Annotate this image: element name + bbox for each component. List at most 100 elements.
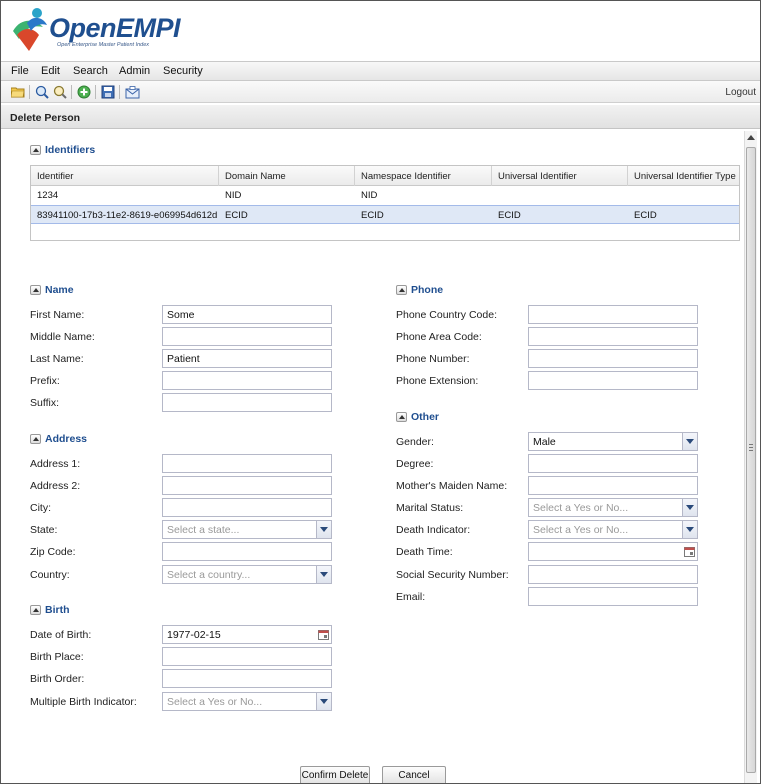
first-name-input[interactable]: Some [162, 305, 332, 324]
chevron-down-icon[interactable] [316, 566, 331, 583]
phone-number-input[interactable] [528, 349, 698, 368]
collapse-icon[interactable] [30, 285, 41, 295]
name-section-header[interactable]: Name [30, 283, 74, 297]
last-name-input[interactable]: Patient [162, 349, 332, 368]
middle-name-input[interactable] [162, 327, 332, 346]
column-header-universal-identifier-type[interactable]: Universal Identifier Type [628, 166, 739, 186]
ssn-input[interactable] [528, 565, 698, 584]
degree-input[interactable] [528, 454, 698, 473]
scroll-up-icon[interactable] [747, 135, 755, 140]
address-section-header[interactable]: Address [30, 432, 87, 446]
menu-security[interactable]: Security [163, 65, 203, 77]
city-input[interactable] [162, 498, 332, 517]
collapse-icon[interactable] [396, 285, 407, 295]
cell-universal-identifier-type [628, 186, 739, 205]
column-header-domain-name[interactable]: Domain Name [219, 166, 355, 186]
zip-code-input[interactable] [162, 542, 332, 561]
phone-section-header[interactable]: Phone [396, 283, 443, 297]
phone-extension-input[interactable] [528, 371, 698, 390]
identifiers-section-header[interactable]: Identifiers [30, 143, 95, 157]
collapse-icon[interactable] [30, 434, 41, 444]
chevron-down-icon[interactable] [316, 693, 331, 710]
identifiers-grid: Identifier Domain Name Namespace Identif… [30, 165, 740, 241]
zoom-in-icon[interactable] [34, 84, 50, 100]
city-label: City: [30, 502, 51, 514]
cell-identifier: 1234 [37, 190, 59, 201]
confirm-delete-button[interactable]: Confirm Delete [300, 766, 370, 783]
death-indicator-placeholder: Select a Yes or No... [533, 524, 629, 536]
state-select[interactable]: Select a state... [162, 520, 332, 539]
mothers-maiden-name-label: Mother's Maiden Name: [396, 480, 508, 492]
marital-status-select[interactable]: Select a Yes or No... [528, 498, 698, 517]
email-input[interactable] [528, 587, 698, 606]
folder-icon[interactable] [10, 84, 26, 100]
date-of-birth-label: Date of Birth: [30, 629, 92, 641]
table-row[interactable]: 83941100-17b3-11e2-8619-e069954d612d ECI… [31, 205, 739, 224]
grid-header: Identifier Domain Name Namespace Identif… [31, 166, 739, 186]
save-icon[interactable] [100, 84, 116, 100]
logout-link[interactable]: Logout [725, 87, 756, 98]
mail-icon[interactable] [124, 84, 140, 100]
chevron-down-icon[interactable] [316, 521, 331, 538]
phone-area-code-input[interactable] [528, 327, 698, 346]
birth-place-input[interactable] [162, 647, 332, 666]
phone-country-code-input[interactable] [528, 305, 698, 324]
menu-edit[interactable]: Edit [41, 65, 60, 77]
death-time-label: Death Time: [396, 546, 453, 558]
other-section-title: Other [411, 411, 440, 423]
collapse-icon[interactable] [30, 145, 41, 155]
address1-input[interactable] [162, 454, 332, 473]
toolbar-separator [119, 85, 120, 99]
menu-admin[interactable]: Admin [119, 65, 150, 77]
collapse-icon[interactable] [396, 412, 407, 422]
gender-value: Male [533, 436, 556, 448]
cell-universal-identifier [492, 186, 628, 205]
column-header-namespace-identifier[interactable]: Namespace Identifier [355, 166, 492, 186]
menu-file[interactable]: File [11, 65, 29, 77]
multiple-birth-indicator-select[interactable]: Select a Yes or No... [162, 692, 332, 711]
table-row[interactable]: 1234 NID NID [31, 186, 739, 205]
phone-country-code-label: Phone Country Code: [396, 309, 497, 321]
cancel-button[interactable]: Cancel [382, 766, 446, 783]
openempi-logo-icon [13, 8, 47, 51]
chevron-down-icon[interactable] [682, 499, 697, 516]
middle-name-label: Middle Name: [30, 331, 95, 343]
menu-search[interactable]: Search [73, 65, 108, 77]
birth-order-input[interactable] [162, 669, 332, 688]
birth-place-label: Birth Place: [30, 651, 84, 663]
logo-tagline: Open Enterprise Master Patient Index [57, 42, 150, 48]
date-of-birth-input[interactable]: 1977-02-15 [162, 625, 332, 644]
ssn-label: Social Security Number: [396, 569, 509, 581]
add-icon[interactable] [76, 84, 92, 100]
death-indicator-select[interactable]: Select a Yes or No... [528, 520, 698, 539]
prefix-input[interactable] [162, 371, 332, 390]
calendar-icon[interactable] [682, 543, 697, 560]
chevron-down-icon[interactable] [682, 433, 697, 450]
collapse-icon[interactable] [30, 605, 41, 615]
column-header-universal-identifier[interactable]: Universal Identifier [492, 166, 628, 186]
suffix-input[interactable] [162, 393, 332, 412]
gender-select[interactable]: Male [528, 432, 698, 451]
birth-section-title: Birth [45, 604, 70, 616]
birth-section-header[interactable]: Birth [30, 603, 70, 617]
other-section-header[interactable]: Other [396, 410, 439, 424]
app-window: OpenEMPI Open Enterprise Master Patient … [0, 0, 761, 784]
address1-label: Address 1: [30, 458, 81, 470]
scrollbar-thumb[interactable] [746, 147, 756, 773]
country-select[interactable]: Select a country... [162, 565, 332, 584]
vertical-scrollbar[interactable] [744, 131, 757, 783]
address2-input[interactable] [162, 476, 332, 495]
email-label: Email: [396, 591, 426, 603]
identifiers-section-title: Identifiers [45, 144, 96, 156]
panel-title: Delete Person [1, 105, 760, 129]
zoom-out-icon[interactable] [52, 84, 68, 100]
chevron-down-icon[interactable] [682, 521, 697, 538]
mothers-maiden-name-input[interactable] [528, 476, 698, 495]
app-header: OpenEMPI Open Enterprise Master Patient … [1, 1, 760, 61]
toolbar-separator [95, 85, 96, 99]
phone-area-code-label: Phone Area Code: [396, 331, 482, 343]
calendar-icon[interactable] [316, 626, 331, 643]
death-time-input[interactable] [528, 542, 698, 561]
column-header-identifier[interactable]: Identifier [31, 166, 219, 186]
state-label: State: [30, 524, 58, 536]
